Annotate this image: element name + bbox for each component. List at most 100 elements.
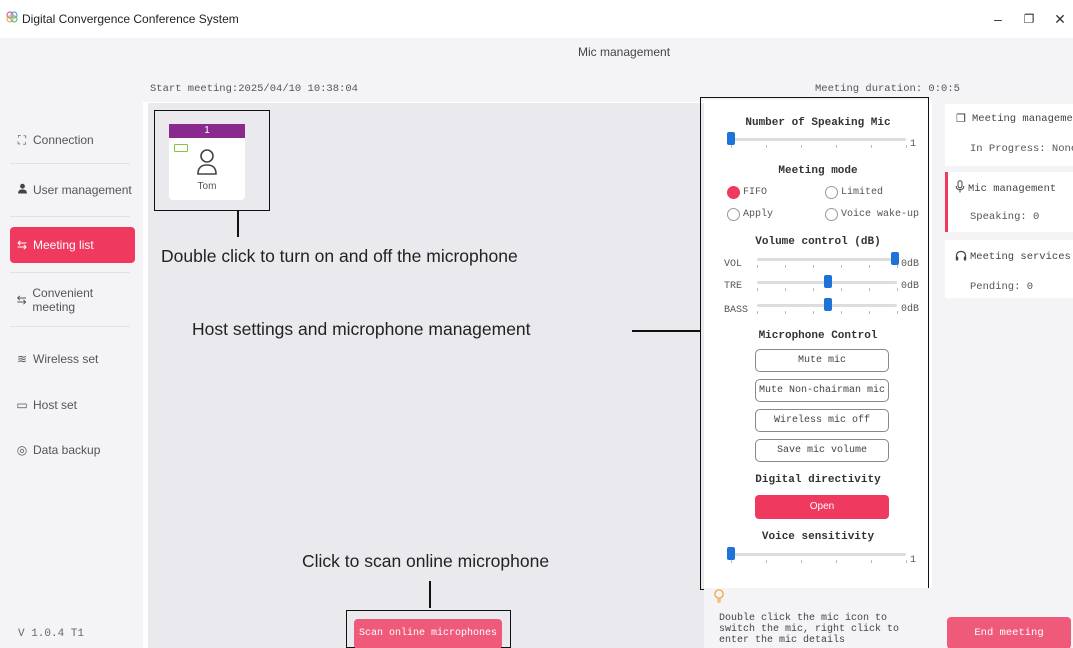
- end-meeting-button[interactable]: End meeting: [947, 617, 1071, 648]
- radio-label: FIFO: [743, 187, 768, 198]
- wireless-mic-off-button[interactable]: Wireless mic off: [755, 409, 889, 432]
- slider-tick: [869, 311, 870, 314]
- sidebar-item-label: User management: [33, 183, 132, 197]
- sidebar-item-wireless-set[interactable]: ≋ Wireless set: [10, 341, 135, 377]
- slider-tick: [757, 265, 758, 268]
- slider-tick: [841, 265, 842, 268]
- meeting-duration-label: Meeting duration: 0:0:5: [815, 83, 960, 95]
- start-meeting-label: Start meeting:2025/04/10 10:38:04: [150, 83, 358, 95]
- vol-slider[interactable]: [757, 258, 897, 261]
- speaking-mic-slider[interactable]: [731, 138, 906, 141]
- divider: [10, 326, 130, 327]
- sidebar-item-connection[interactable]: ⛶ Connection: [10, 122, 135, 158]
- section-title: Voice sensitivity: [761, 531, 875, 543]
- sensitivity-slider[interactable]: [731, 553, 906, 556]
- volume-value: 0dB: [901, 281, 920, 292]
- slider-tick: [897, 265, 898, 268]
- restore-button[interactable]: ❐: [1015, 8, 1043, 30]
- volume-value: 0dB: [901, 259, 920, 270]
- slider-thumb[interactable]: [824, 275, 832, 288]
- sidebar-item-label: Convenient meeting: [32, 286, 94, 314]
- slider-tick: [869, 288, 870, 291]
- sidebar-item-label: Wireless set: [33, 352, 99, 366]
- radio-label: Apply: [743, 209, 774, 220]
- mic-icon: [955, 180, 965, 193]
- section-title: Number of Speaking Mic: [745, 117, 891, 129]
- volume-label: BASS: [724, 305, 749, 316]
- radio-fifo[interactable]: [727, 186, 740, 199]
- sidebar-item-label: Host set: [33, 398, 78, 412]
- radio-apply[interactable]: [727, 208, 740, 221]
- slider-tick: [813, 311, 814, 314]
- card-title: Meeting managemer: [972, 113, 1073, 125]
- app-logo-icon: [6, 11, 18, 23]
- slider-tick: [801, 560, 802, 563]
- slider-value: 1: [910, 139, 917, 150]
- slider-thumb[interactable]: [727, 132, 735, 145]
- swap-icon: ⇆: [16, 238, 28, 252]
- slider-tick: [869, 265, 870, 268]
- card-title: Mic management: [968, 183, 1057, 195]
- radio-label: Limited: [841, 187, 884, 198]
- slider-tick: [757, 288, 758, 291]
- annotation-text: Click to scan online microphone: [302, 551, 550, 571]
- radio-label: Voice wake-up: [841, 209, 920, 220]
- slider-tick: [841, 288, 842, 291]
- directivity-open-button[interactable]: Open: [755, 495, 889, 519]
- slider-thumb[interactable]: [891, 252, 899, 265]
- card-title: Meeting services: [970, 251, 1071, 263]
- volume-value: 0dB: [901, 304, 920, 315]
- sidebar-item-data-backup[interactable]: ◎ Data backup: [10, 432, 135, 468]
- slider-tick: [731, 145, 732, 148]
- sidebar-item-meeting-list[interactable]: ⇆ Meeting list: [10, 227, 135, 263]
- hint-text: Double click the mic icon to switch the …: [719, 613, 900, 646]
- annotation-line: [429, 581, 431, 608]
- host-icon: ▭: [16, 398, 28, 412]
- card-status: Speaking: 0: [970, 211, 1040, 223]
- annotation-line: [632, 330, 700, 332]
- slider-tick: [785, 311, 786, 314]
- slider-tick: [731, 560, 732, 563]
- sidebar-item-convenient-meeting[interactable]: ⇆ Convenient meeting: [10, 282, 135, 318]
- slider-thumb[interactable]: [727, 547, 735, 560]
- save-mic-volume-button[interactable]: Save mic volume: [755, 439, 889, 462]
- radio-limited[interactable]: [825, 186, 838, 199]
- radio-voice-wake-up[interactable]: [825, 208, 838, 221]
- sidebar-item-host-set[interactable]: ▭ Host set: [10, 387, 135, 423]
- connection-icon: ⛶: [17, 132, 27, 147]
- slider-tick: [766, 145, 767, 148]
- mute-non-chairman-button[interactable]: Mute Non-chairman mic: [755, 379, 889, 402]
- annotation-box: [154, 110, 270, 211]
- backup-icon: ◎: [16, 443, 28, 457]
- volume-label: VOL: [724, 259, 743, 270]
- slider-tick: [836, 560, 837, 563]
- divider: [10, 163, 130, 164]
- slider-tick: [897, 288, 898, 291]
- user-icon: [14, 183, 30, 197]
- window-title: Digital Convergence Conference System: [22, 12, 239, 26]
- mute-mic-button[interactable]: Mute mic: [755, 349, 889, 372]
- section-title: Meeting mode: [778, 165, 858, 177]
- slider-tick: [906, 145, 907, 148]
- slider-tick: [813, 265, 814, 268]
- minimize-button[interactable]: –: [984, 8, 1012, 30]
- scan-online-microphones-button[interactable]: Scan online microphones: [354, 619, 502, 648]
- sidebar-item-label: Connection: [33, 133, 94, 147]
- slider-tick: [841, 311, 842, 314]
- document-icon: ❐: [956, 113, 966, 125]
- slider-tick: [801, 145, 802, 148]
- card-status: In Progress: None: [970, 143, 1073, 155]
- slider-tick: [757, 311, 758, 314]
- sidebar-item-label: Data backup: [33, 443, 101, 457]
- swap-icon: ⇆: [16, 293, 27, 307]
- card-status: Pending: 0: [970, 281, 1034, 293]
- slider-tick: [813, 288, 814, 291]
- annotation-line: [237, 211, 239, 237]
- annotation-text: Double click to turn on and off the micr…: [161, 246, 518, 266]
- page-title: Mic management: [578, 45, 671, 59]
- slider-thumb[interactable]: [824, 298, 832, 311]
- close-button[interactable]: ✕: [1046, 8, 1073, 30]
- section-title: Microphone Control: [758, 330, 878, 342]
- sidebar-item-user-management[interactable]: User management: [10, 172, 135, 208]
- slider-tick: [871, 560, 872, 563]
